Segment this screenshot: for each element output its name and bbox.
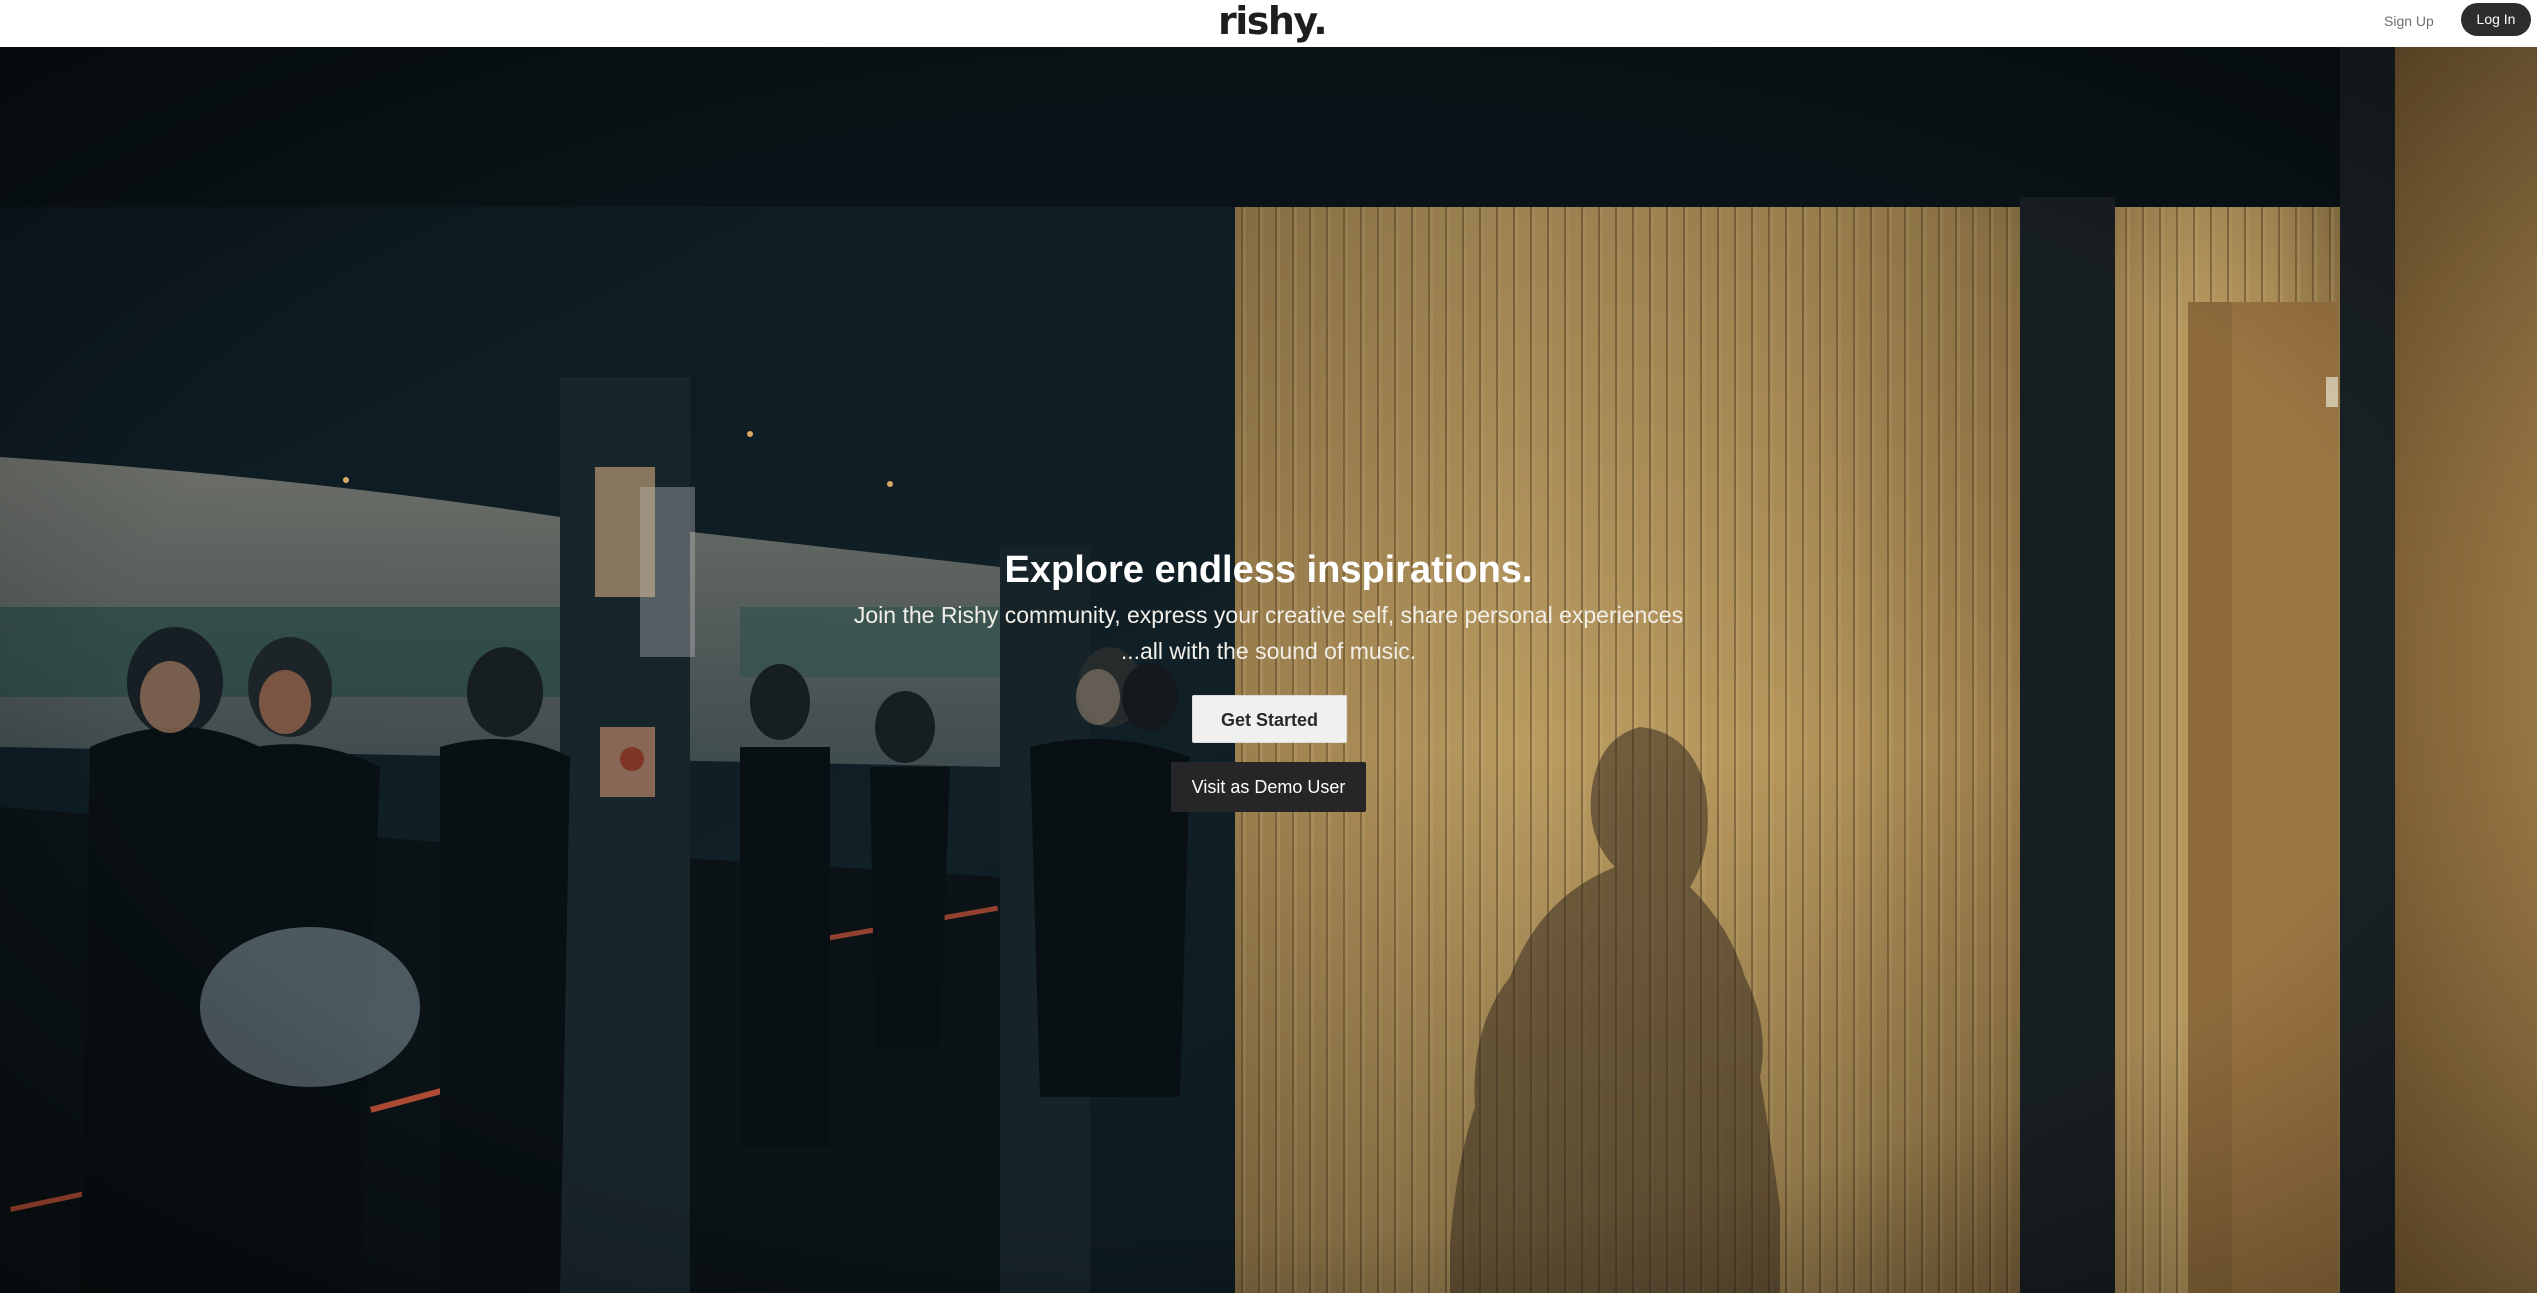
signup-link[interactable]: Sign Up — [2384, 10, 2434, 32]
hero-subtext-line-1: Join the Rishy community, express your c… — [853, 602, 1684, 628]
hero-headline: Explore endless inspirations. — [1004, 549, 1533, 591]
top-navbar: rishy. Sign Up Log In — [0, 0, 2537, 47]
get-started-button[interactable]: Get Started — [1192, 695, 1347, 743]
demo-user-button[interactable]: Visit as Demo User — [1171, 762, 1366, 812]
hero-subtext-line-2: ...all with the sound of music. — [1120, 638, 1417, 664]
hero-subtext: Join the Rishy community, express your c… — [0, 597, 2537, 669]
hero-section: Explore endless inspirations. Join the R… — [0, 47, 2537, 1293]
hero-background-photo — [0, 47, 2537, 1293]
login-button[interactable]: Log In — [2461, 3, 2531, 36]
landing-page: rishy. Sign Up Log In Explore endless in… — [0, 0, 2537, 1293]
rishy-logo[interactable]: rishy. — [1218, 2, 1328, 40]
